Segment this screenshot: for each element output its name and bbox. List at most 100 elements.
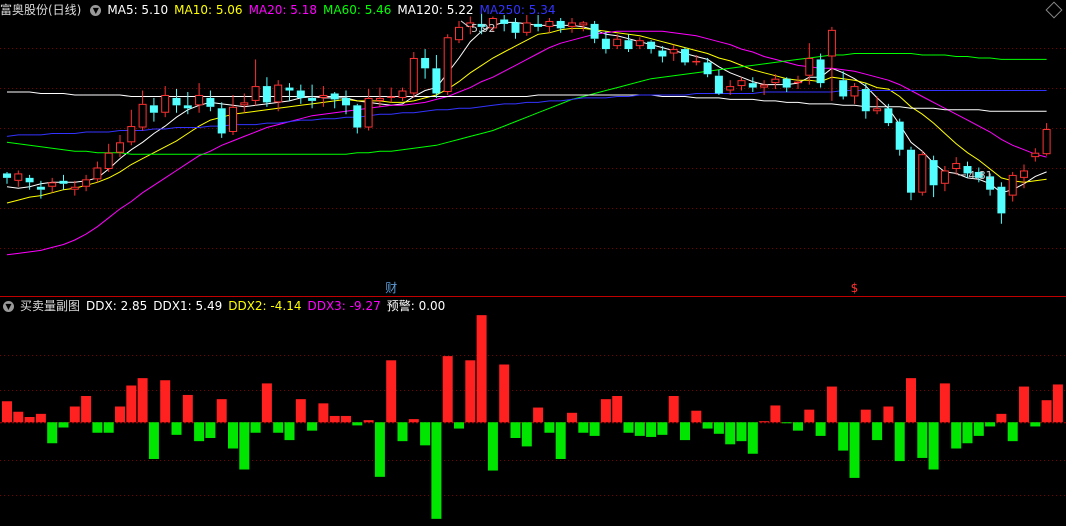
ddx-legend: DDX: 2.85 DDX1: 5.49 DDX2: -4.14 DDX3: -9.2… xyxy=(86,299,451,313)
candle-body xyxy=(952,163,961,169)
legend-item: 预警: 0.00 xyxy=(386,299,446,313)
candle-body xyxy=(997,186,1006,214)
candle-body xyxy=(624,40,633,50)
candle xyxy=(681,47,689,66)
event-marker: 财 xyxy=(385,281,397,295)
candle xyxy=(726,80,735,95)
candle xyxy=(669,44,678,61)
candle xyxy=(568,18,576,33)
candle-body xyxy=(432,68,441,94)
grid-lines xyxy=(0,48,1066,496)
ddx-bar xyxy=(476,315,487,423)
ddx-bar xyxy=(1041,400,1052,423)
ddx-bar xyxy=(261,383,272,423)
candle-body xyxy=(70,186,79,190)
legend-item: DDX1: 5.49 xyxy=(153,299,223,313)
candle xyxy=(206,90,215,112)
candle-body xyxy=(816,59,825,84)
ddx-bar xyxy=(115,406,125,423)
candle-body xyxy=(274,84,283,103)
candle-body xyxy=(760,84,769,88)
ddx-bar xyxy=(985,422,996,427)
candle-body xyxy=(918,154,927,193)
legend-item: MA120: 5.22 xyxy=(397,3,474,17)
candle xyxy=(827,26,836,101)
candle xyxy=(127,109,136,146)
ddx-bar xyxy=(1019,386,1029,423)
ddx-bar xyxy=(668,396,679,423)
candle xyxy=(398,87,407,101)
ddx-bar xyxy=(860,409,871,423)
ddx-bar xyxy=(770,405,781,423)
event-marker: $ xyxy=(851,281,859,295)
candle xyxy=(850,83,859,104)
ddx-bar xyxy=(521,422,532,447)
ddx-bar xyxy=(318,403,329,423)
ddx-bar xyxy=(1007,422,1018,442)
ddx-bar xyxy=(126,385,137,423)
candle xyxy=(82,174,91,192)
ddx-bar xyxy=(623,422,634,433)
collapse-icon[interactable]: ▼ xyxy=(90,5,102,16)
candle xyxy=(3,171,11,184)
ddx-bar xyxy=(408,419,419,423)
candle xyxy=(952,157,961,175)
ddx-bar xyxy=(600,399,611,423)
candle-body xyxy=(556,20,565,29)
candle-body xyxy=(1031,152,1040,158)
collapse-icon[interactable]: ▼ xyxy=(3,301,14,312)
candle xyxy=(895,118,904,156)
candle-body xyxy=(387,96,396,98)
candle xyxy=(455,20,463,44)
ddx-bar xyxy=(182,394,193,423)
ddx-bar xyxy=(487,422,498,471)
ddx-bar xyxy=(2,401,12,423)
candle-body xyxy=(455,26,463,41)
candle-body xyxy=(940,170,949,184)
candle xyxy=(217,102,226,138)
ddx-bar xyxy=(657,422,668,435)
ddx-bar xyxy=(567,412,577,423)
candle-body xyxy=(149,105,158,113)
candle-body xyxy=(93,167,102,180)
candle xyxy=(794,75,802,90)
candle-body xyxy=(861,89,870,112)
candle xyxy=(319,86,328,107)
candle xyxy=(285,83,294,101)
candle-body xyxy=(771,78,780,84)
ddx-bar xyxy=(352,422,363,426)
candle xyxy=(70,180,79,196)
candle xyxy=(635,37,644,50)
ddx-bar xyxy=(928,422,939,470)
ddx-bar xyxy=(996,413,1007,423)
candle-body xyxy=(353,105,362,128)
ddx-bar xyxy=(872,422,883,441)
candlesticks xyxy=(3,13,1051,224)
candle-body xyxy=(873,108,882,112)
ddx-bar xyxy=(962,422,973,444)
candle xyxy=(1042,123,1051,156)
candle-body xyxy=(500,19,509,24)
ddx-bar xyxy=(374,422,385,477)
candle-body xyxy=(251,86,260,101)
candle-body xyxy=(839,80,848,97)
candle-body xyxy=(36,186,45,190)
candle xyxy=(647,40,656,54)
ddx-bar xyxy=(1052,384,1063,423)
candle-body xyxy=(364,97,373,128)
ddx-bar xyxy=(250,422,261,433)
candle xyxy=(1008,171,1017,202)
ddx-bar xyxy=(747,422,758,454)
candle xyxy=(183,92,192,115)
legend-item: MA10: 5.06 xyxy=(174,3,243,17)
candle-body xyxy=(240,102,249,106)
ddx-bar xyxy=(804,409,815,423)
candle-body xyxy=(601,38,610,50)
ddx-bar xyxy=(510,422,521,438)
ddx-bar xyxy=(680,422,690,441)
legend-item: DDX: 2.85 xyxy=(86,299,148,313)
main-chart-header: 富奥股份(日线) ▼ MA5: 5.10 MA10: 5.06 MA20: 5.18 MA… xyxy=(0,1,562,19)
legend-item: MA60: 5.46 xyxy=(323,3,392,17)
ddx-bar xyxy=(295,399,306,423)
candle-body xyxy=(692,60,701,63)
